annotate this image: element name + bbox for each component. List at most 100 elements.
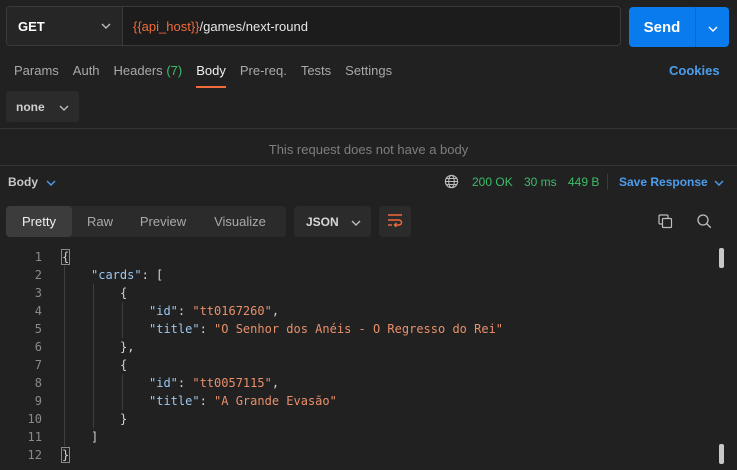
copy-icon[interactable] [657, 213, 673, 232]
indent-guide [122, 302, 123, 338]
no-body-message: This request does not have a body [268, 142, 469, 157]
line-number: 12 [27, 448, 42, 462]
chevron-down-icon [714, 175, 724, 189]
tab-headers-label: Headers [113, 63, 163, 78]
body-type-label: none [16, 99, 45, 114]
response-view-tabs: Pretty Raw Preview Visualize [6, 206, 286, 237]
json-punctuation: { [120, 358, 128, 372]
cookies-link[interactable]: Cookies [669, 63, 720, 78]
request-url-bar: GET {{api_host}}/games/next-round [6, 6, 621, 46]
json-punctuation: } [120, 412, 128, 426]
chevron-down-icon [708, 20, 718, 35]
line-number: 11 [27, 430, 42, 444]
json-punctuation: : [ [141, 268, 164, 282]
scrollbar-marker[interactable] [719, 444, 724, 464]
request-tabs: Params Auth Headers (7) Body Pre-req. Te… [14, 63, 406, 88]
json-punctuation: : [177, 304, 193, 318]
json-punctuation: } [60, 447, 71, 463]
json-string: "O Senhor dos Anéis - O Regresso do Rei" [214, 322, 504, 336]
headers-count-badge: (7) [166, 63, 183, 78]
wrap-lines-button[interactable] [379, 206, 411, 237]
send-button-group: Send [629, 7, 729, 47]
json-key: "title" [149, 322, 200, 336]
method-select[interactable]: GET [7, 7, 123, 45]
code-line: 3{ [0, 284, 720, 302]
tab-visualize[interactable]: Visualize [198, 206, 282, 237]
divider [607, 174, 608, 190]
code-line: 12} [0, 446, 720, 464]
response-time[interactable]: 30 ms [524, 175, 557, 189]
format-select[interactable]: JSON [294, 206, 371, 237]
tab-preview[interactable]: Preview [128, 206, 198, 237]
line-number: 2 [34, 268, 42, 282]
code-line: 7{ [0, 356, 720, 374]
json-key: "id" [149, 304, 178, 318]
url-input[interactable]: {{api_host}}/games/next-round [123, 7, 620, 45]
code-text: ] [91, 428, 98, 446]
url-variable: {{api_host}} [133, 18, 200, 34]
search-icon[interactable] [696, 213, 712, 232]
code-text: "id": "tt0057115", [149, 374, 279, 392]
indent-guide [93, 284, 94, 428]
response-body-label: Body [8, 175, 38, 189]
response-body-dropdown[interactable]: Body [8, 175, 56, 189]
json-punctuation: : [199, 394, 215, 408]
body-type-select[interactable]: none [6, 91, 79, 122]
chevron-down-icon [46, 175, 56, 189]
tab-params[interactable]: Params [14, 63, 59, 87]
code-line: 5 "title": "O Senhor dos Anéis - O Regres… [0, 320, 720, 338]
code-text: "title": "O Senhor dos Anéis - O Regress… [149, 320, 503, 338]
json-key: "id" [149, 376, 178, 390]
method-label: GET [18, 18, 45, 34]
json-punctuation: , [271, 376, 280, 390]
wrap-icon [387, 213, 403, 230]
indent-guide [64, 266, 65, 446]
tab-body[interactable]: Body [196, 63, 226, 88]
tab-auth[interactable]: Auth [73, 63, 100, 87]
line-number: 9 [34, 394, 42, 408]
code-line: 4 "id": "tt0167260", [0, 302, 720, 320]
line-number: 5 [34, 322, 42, 336]
code-line: 11] [0, 428, 720, 446]
globe-icon[interactable] [444, 174, 459, 192]
tab-settings[interactable]: Settings [345, 63, 392, 87]
code-line: 9 "title": "A Grande Evasão" [0, 392, 720, 410]
code-line: 10} [0, 410, 720, 428]
response-bar: Body 200 OK 30 ms 449 B Save Response [0, 166, 737, 198]
json-punctuation: , [271, 304, 280, 318]
status-badge[interactable]: 200 OK [472, 175, 513, 189]
send-button[interactable]: Send [629, 7, 696, 47]
json-string: "tt0167260" [192, 304, 272, 318]
json-punctuation: }, [120, 340, 135, 354]
json-punctuation: ] [91, 430, 99, 444]
json-punctuation: { [120, 286, 128, 300]
code-text: "title": "A Grande Evasão" [149, 392, 337, 410]
code-line: 6}, [0, 338, 720, 356]
tab-headers[interactable]: Headers (7) [114, 63, 183, 87]
tab-pretty[interactable]: Pretty [6, 206, 72, 237]
tab-pre-request[interactable]: Pre-req. [240, 63, 287, 87]
indent-guide [122, 374, 123, 410]
tab-raw[interactable]: Raw [72, 206, 128, 237]
save-response-label: Save Response [619, 175, 708, 189]
json-key: "title" [149, 394, 200, 408]
code-text: { [60, 248, 71, 266]
json-key: "cards" [91, 268, 142, 282]
send-options-button[interactable] [696, 7, 729, 47]
chevron-down-icon [100, 20, 112, 32]
format-label: JSON [306, 214, 339, 229]
response-code-view[interactable]: 1{2 "cards": [3{4 "id": "tt0167260", 5 "titl… [0, 248, 737, 470]
code-line: 1{ [0, 248, 720, 266]
chevron-down-icon [351, 215, 361, 229]
tab-tests[interactable]: Tests [301, 63, 331, 87]
json-punctuation: : [199, 322, 215, 336]
json-string: "A Grande Evasão" [214, 394, 337, 408]
code-text: "id": "tt0167260", [149, 302, 279, 320]
line-number: 3 [34, 286, 42, 300]
json-punctuation: : [177, 376, 193, 390]
response-size[interactable]: 449 B [568, 175, 599, 189]
save-response-button[interactable]: Save Response [619, 175, 724, 189]
scrollbar-marker[interactable] [719, 248, 724, 268]
code-line: 8 "id": "tt0057115", [0, 374, 720, 392]
code-text: }, [120, 338, 134, 356]
